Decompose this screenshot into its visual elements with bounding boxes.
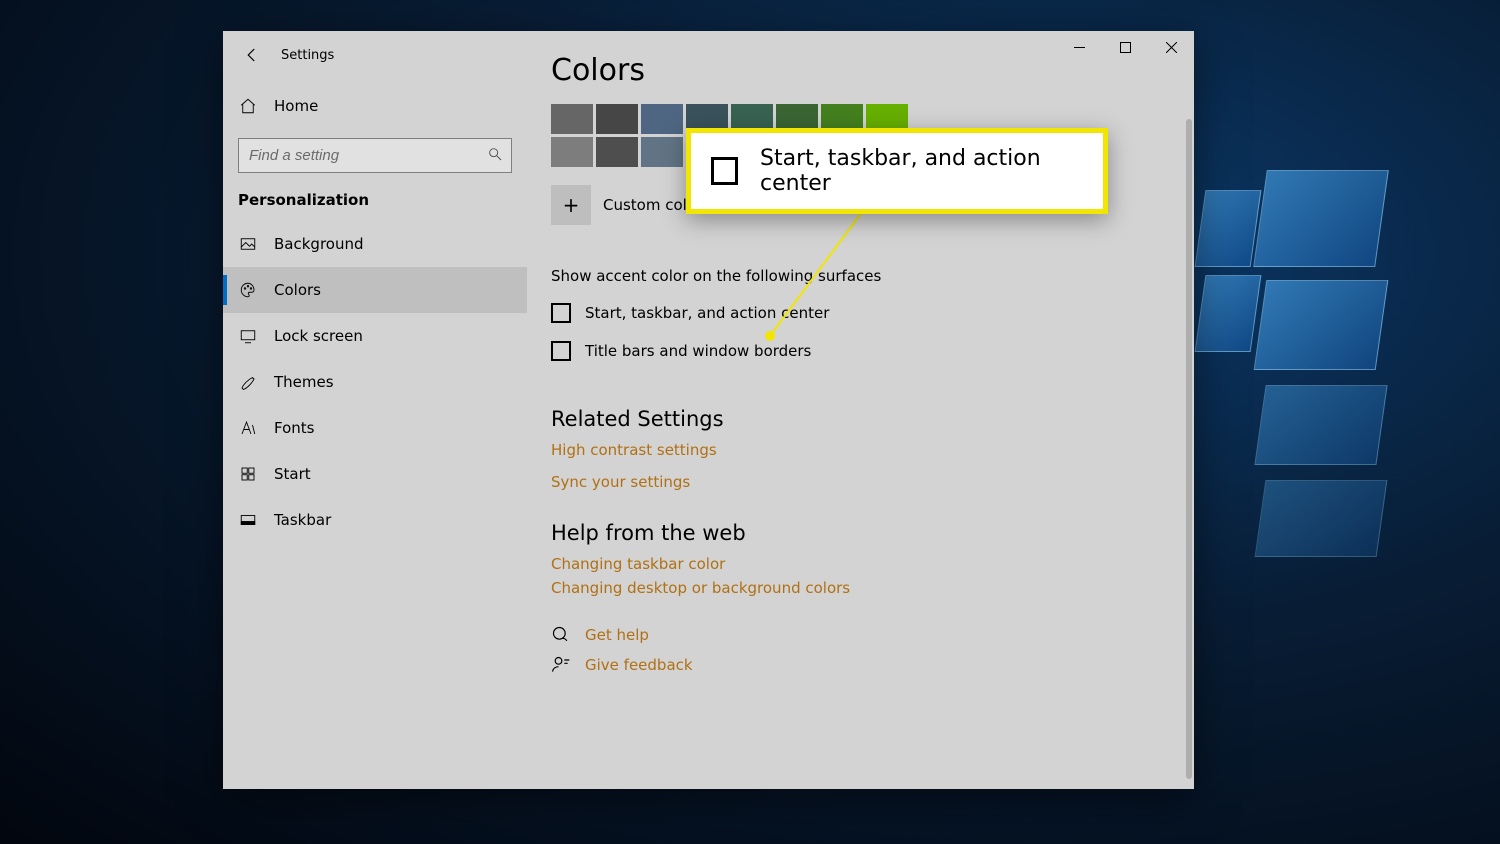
color-swatch[interactable]	[596, 137, 638, 167]
sidebar-item-label: Lock screen	[274, 327, 363, 345]
color-swatch[interactable]	[641, 104, 683, 134]
footer-link-label: Get help	[585, 626, 649, 644]
checkbox-icon	[551, 341, 571, 361]
annotation-callout: Start, taskbar, and action center	[686, 128, 1108, 214]
checkbox-icon	[711, 157, 738, 185]
sidebar-item-label: Fonts	[274, 419, 314, 437]
sidebar-item-start[interactable]: Start	[223, 451, 527, 497]
sidebar-item-lock-screen[interactable]: Lock screen	[223, 313, 527, 359]
sidebar-item-taskbar[interactable]: Taskbar	[223, 497, 527, 543]
checkbox-title-bars[interactable]: Title bars and window borders	[551, 341, 1170, 361]
checkbox-icon	[551, 303, 571, 323]
sidebar-item-home[interactable]: Home	[223, 83, 527, 129]
sidebar-item-colors[interactable]: Colors	[223, 267, 527, 313]
color-swatch[interactable]	[551, 137, 593, 167]
sidebar-item-background[interactable]: Background	[223, 221, 527, 267]
related-settings-heading: Related Settings	[551, 407, 1170, 431]
sidebar-item-label: Home	[274, 97, 318, 115]
checkbox-start-taskbar[interactable]: Start, taskbar, and action center	[551, 303, 1170, 323]
maximize-button[interactable]	[1102, 31, 1148, 63]
color-swatch[interactable]	[596, 104, 638, 134]
search-input[interactable]	[238, 138, 512, 173]
link-high-contrast[interactable]: High contrast settings	[551, 441, 1170, 459]
give-feedback-link[interactable]: Give feedback	[551, 655, 1170, 675]
grid-icon	[238, 464, 258, 484]
sidebar-item-label: Colors	[274, 281, 321, 299]
sidebar-item-themes[interactable]: Themes	[223, 359, 527, 405]
help-heading: Help from the web	[551, 521, 1170, 545]
help-icon	[551, 625, 571, 645]
taskbar-icon	[238, 510, 258, 530]
link-sync-settings[interactable]: Sync your settings	[551, 473, 1170, 491]
checkbox-label: Start, taskbar, and action center	[585, 304, 829, 322]
close-button[interactable]	[1148, 31, 1194, 63]
feedback-icon	[551, 655, 571, 675]
plus-icon: +	[551, 185, 591, 225]
link-taskbar-color[interactable]: Changing taskbar color	[551, 555, 1170, 573]
brush-icon	[238, 372, 258, 392]
monitor-icon	[238, 326, 258, 346]
color-swatch[interactable]	[551, 104, 593, 134]
picture-icon	[238, 234, 258, 254]
font-icon	[238, 418, 258, 438]
search-icon	[487, 146, 503, 166]
home-icon	[238, 96, 258, 116]
color-swatch[interactable]	[641, 137, 683, 167]
sidebar-item-label: Background	[274, 235, 364, 253]
window-title: Settings	[281, 48, 334, 63]
minimize-button[interactable]	[1056, 31, 1102, 63]
desktop-background-art	[1200, 190, 1370, 630]
sidebar-section-header: Personalization	[223, 173, 527, 213]
titlebar-left: Settings	[223, 31, 527, 79]
sidebar-item-label: Taskbar	[274, 511, 331, 529]
window-controls	[1056, 31, 1194, 63]
back-button[interactable]	[231, 34, 273, 76]
sidebar: Settings Home Personalization Background…	[223, 31, 527, 789]
get-help-link[interactable]: Get help	[551, 625, 1170, 645]
link-desktop-color[interactable]: Changing desktop or background colors	[551, 579, 1170, 597]
accent-surfaces-heading: Show accent color on the following surfa…	[551, 267, 1170, 285]
checkbox-label: Title bars and window borders	[585, 342, 811, 360]
footer-link-label: Give feedback	[585, 656, 693, 674]
palette-icon	[238, 280, 258, 300]
sidebar-item-label: Themes	[274, 373, 334, 391]
sidebar-item-label: Start	[274, 465, 311, 483]
annotation-label: Start, taskbar, and action center	[760, 146, 1103, 196]
sidebar-item-fonts[interactable]: Fonts	[223, 405, 527, 451]
